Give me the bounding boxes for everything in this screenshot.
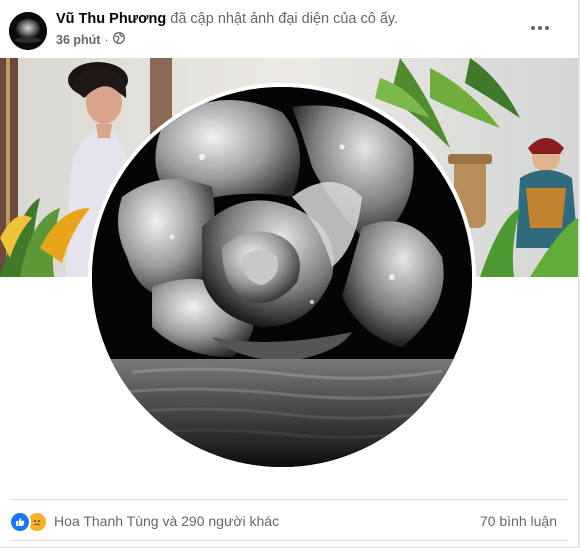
feed-post: Vũ Thu Phương đã cập nhật ảnh đại diện c… [0, 0, 579, 548]
post-timestamp[interactable]: 36 phút [56, 33, 100, 47]
globe-icon[interactable] [112, 32, 125, 47]
stats-divider-bottom [10, 540, 568, 541]
reactors-link[interactable]: Hoa Thanh Tùng và 290 người khác [54, 513, 279, 529]
separator-dot: · [104, 32, 109, 47]
post-action-text: đã cập nhật ảnh đại diện của cô ấy. [170, 11, 399, 27]
profile-picture[interactable] [92, 87, 472, 467]
post-meta: 36 phút · [56, 32, 125, 47]
reaction-icons[interactable] [9, 511, 48, 533]
post-stats: Hoa Thanh Tùng và 290 người khác 70 bình… [0, 500, 578, 540]
more-options-icon[interactable] [528, 20, 552, 36]
post-header: Vũ Thu Phương đã cập nhật ảnh đại diện c… [0, 0, 578, 58]
author-avatar[interactable] [9, 12, 47, 50]
comments-count-link[interactable]: 70 bình luận [480, 513, 557, 529]
post-title-line: Vũ Thu Phương đã cập nhật ảnh đại diện c… [56, 11, 398, 27]
like-icon [9, 511, 31, 533]
author-name[interactable]: Vũ Thu Phương [56, 11, 166, 27]
